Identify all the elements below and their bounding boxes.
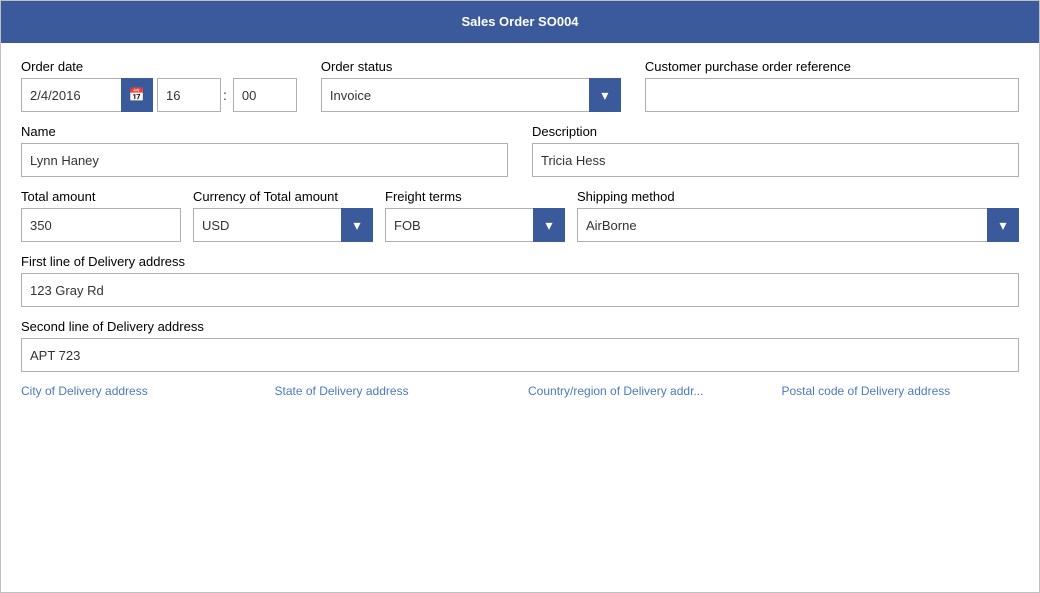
total-amount-input[interactable] xyxy=(21,208,181,242)
cust-po-group: Customer purchase order reference xyxy=(645,59,1019,112)
row-amounts: Total amount Currency of Total amount US… xyxy=(21,189,1019,242)
freight-group: Freight terms FOB CIF EXW DDP CFR xyxy=(385,189,565,242)
freight-label: Freight terms xyxy=(385,189,565,204)
page-title: Sales Order SO004 xyxy=(461,14,578,29)
date-input-wrapper: 📅 xyxy=(21,78,153,112)
order-date-group: Order date 📅 16 : 00 xyxy=(21,59,297,112)
city-label: City of Delivery address xyxy=(21,384,259,398)
name-input[interactable] xyxy=(21,143,508,177)
shipping-select-wrapper: AirBorne FedEx UPS USPS DHL xyxy=(577,208,1019,242)
total-amount-label: Total amount xyxy=(21,189,181,204)
row-order-date: Order date 📅 16 : 00 xyxy=(21,59,1019,112)
shipping-select[interactable]: AirBorne FedEx UPS USPS DHL xyxy=(577,208,1019,242)
currency-group: Currency of Total amount USD EUR GBP CAD… xyxy=(193,189,373,242)
cust-po-label: Customer purchase order reference xyxy=(645,59,1019,74)
address2-label: Second line of Delivery address xyxy=(21,319,1019,334)
order-date-label: Order date xyxy=(21,59,297,74)
date-time-group: 📅 16 : 00 xyxy=(21,78,297,112)
shipping-label: Shipping method xyxy=(577,189,1019,204)
title-bar: Sales Order SO004 xyxy=(1,1,1039,43)
order-date-input[interactable] xyxy=(21,78,121,112)
form-content: Order date 📅 16 : 00 xyxy=(1,43,1039,592)
time-separator: : xyxy=(223,78,227,112)
description-group: Description xyxy=(532,124,1019,177)
order-status-select[interactable]: Invoice Draft Confirmed Shipped Cancelle… xyxy=(321,78,621,112)
row-address1: First line of Delivery address xyxy=(21,254,1019,307)
description-label: Description xyxy=(532,124,1019,139)
row-address2: Second line of Delivery address xyxy=(21,319,1019,372)
total-amount-group: Total amount xyxy=(21,189,181,242)
hour-select-wrapper: 16 xyxy=(157,78,221,112)
freight-select[interactable]: FOB CIF EXW DDP CFR xyxy=(385,208,565,242)
hour-select[interactable]: 16 xyxy=(157,78,221,112)
currency-label: Currency of Total amount xyxy=(193,189,373,204)
order-status-group: Order status Invoice Draft Confirmed Shi… xyxy=(321,59,621,112)
currency-select[interactable]: USD EUR GBP CAD AUD xyxy=(193,208,373,242)
address1-input[interactable] xyxy=(21,273,1019,307)
currency-select-wrapper: USD EUR GBP CAD AUD xyxy=(193,208,373,242)
order-status-label: Order status xyxy=(321,59,621,74)
cust-po-input[interactable] xyxy=(645,78,1019,112)
address2-input[interactable] xyxy=(21,338,1019,372)
state-label: State of Delivery address xyxy=(275,384,513,398)
shipping-group: Shipping method AirBorne FedEx UPS USPS … xyxy=(577,189,1019,242)
freight-select-wrapper: FOB CIF EXW DDP CFR xyxy=(385,208,565,242)
postal-code-label: Postal code of Delivery address xyxy=(782,384,1020,398)
row-name-description: Name Description xyxy=(21,124,1019,177)
description-input[interactable] xyxy=(532,143,1019,177)
name-group: Name xyxy=(21,124,508,177)
calendar-button[interactable]: 📅 xyxy=(121,78,153,112)
bottom-labels-row: City of Delivery address State of Delive… xyxy=(21,384,1019,398)
minute-select[interactable]: 00 xyxy=(233,78,297,112)
order-status-select-wrapper: Invoice Draft Confirmed Shipped Cancelle… xyxy=(321,78,621,112)
country-label: Country/region of Delivery addr... xyxy=(528,384,766,398)
address1-label: First line of Delivery address xyxy=(21,254,1019,269)
main-window: Sales Order SO004 Order date 📅 16 xyxy=(0,0,1040,593)
name-label: Name xyxy=(21,124,508,139)
minute-select-wrapper: 00 xyxy=(233,78,297,112)
